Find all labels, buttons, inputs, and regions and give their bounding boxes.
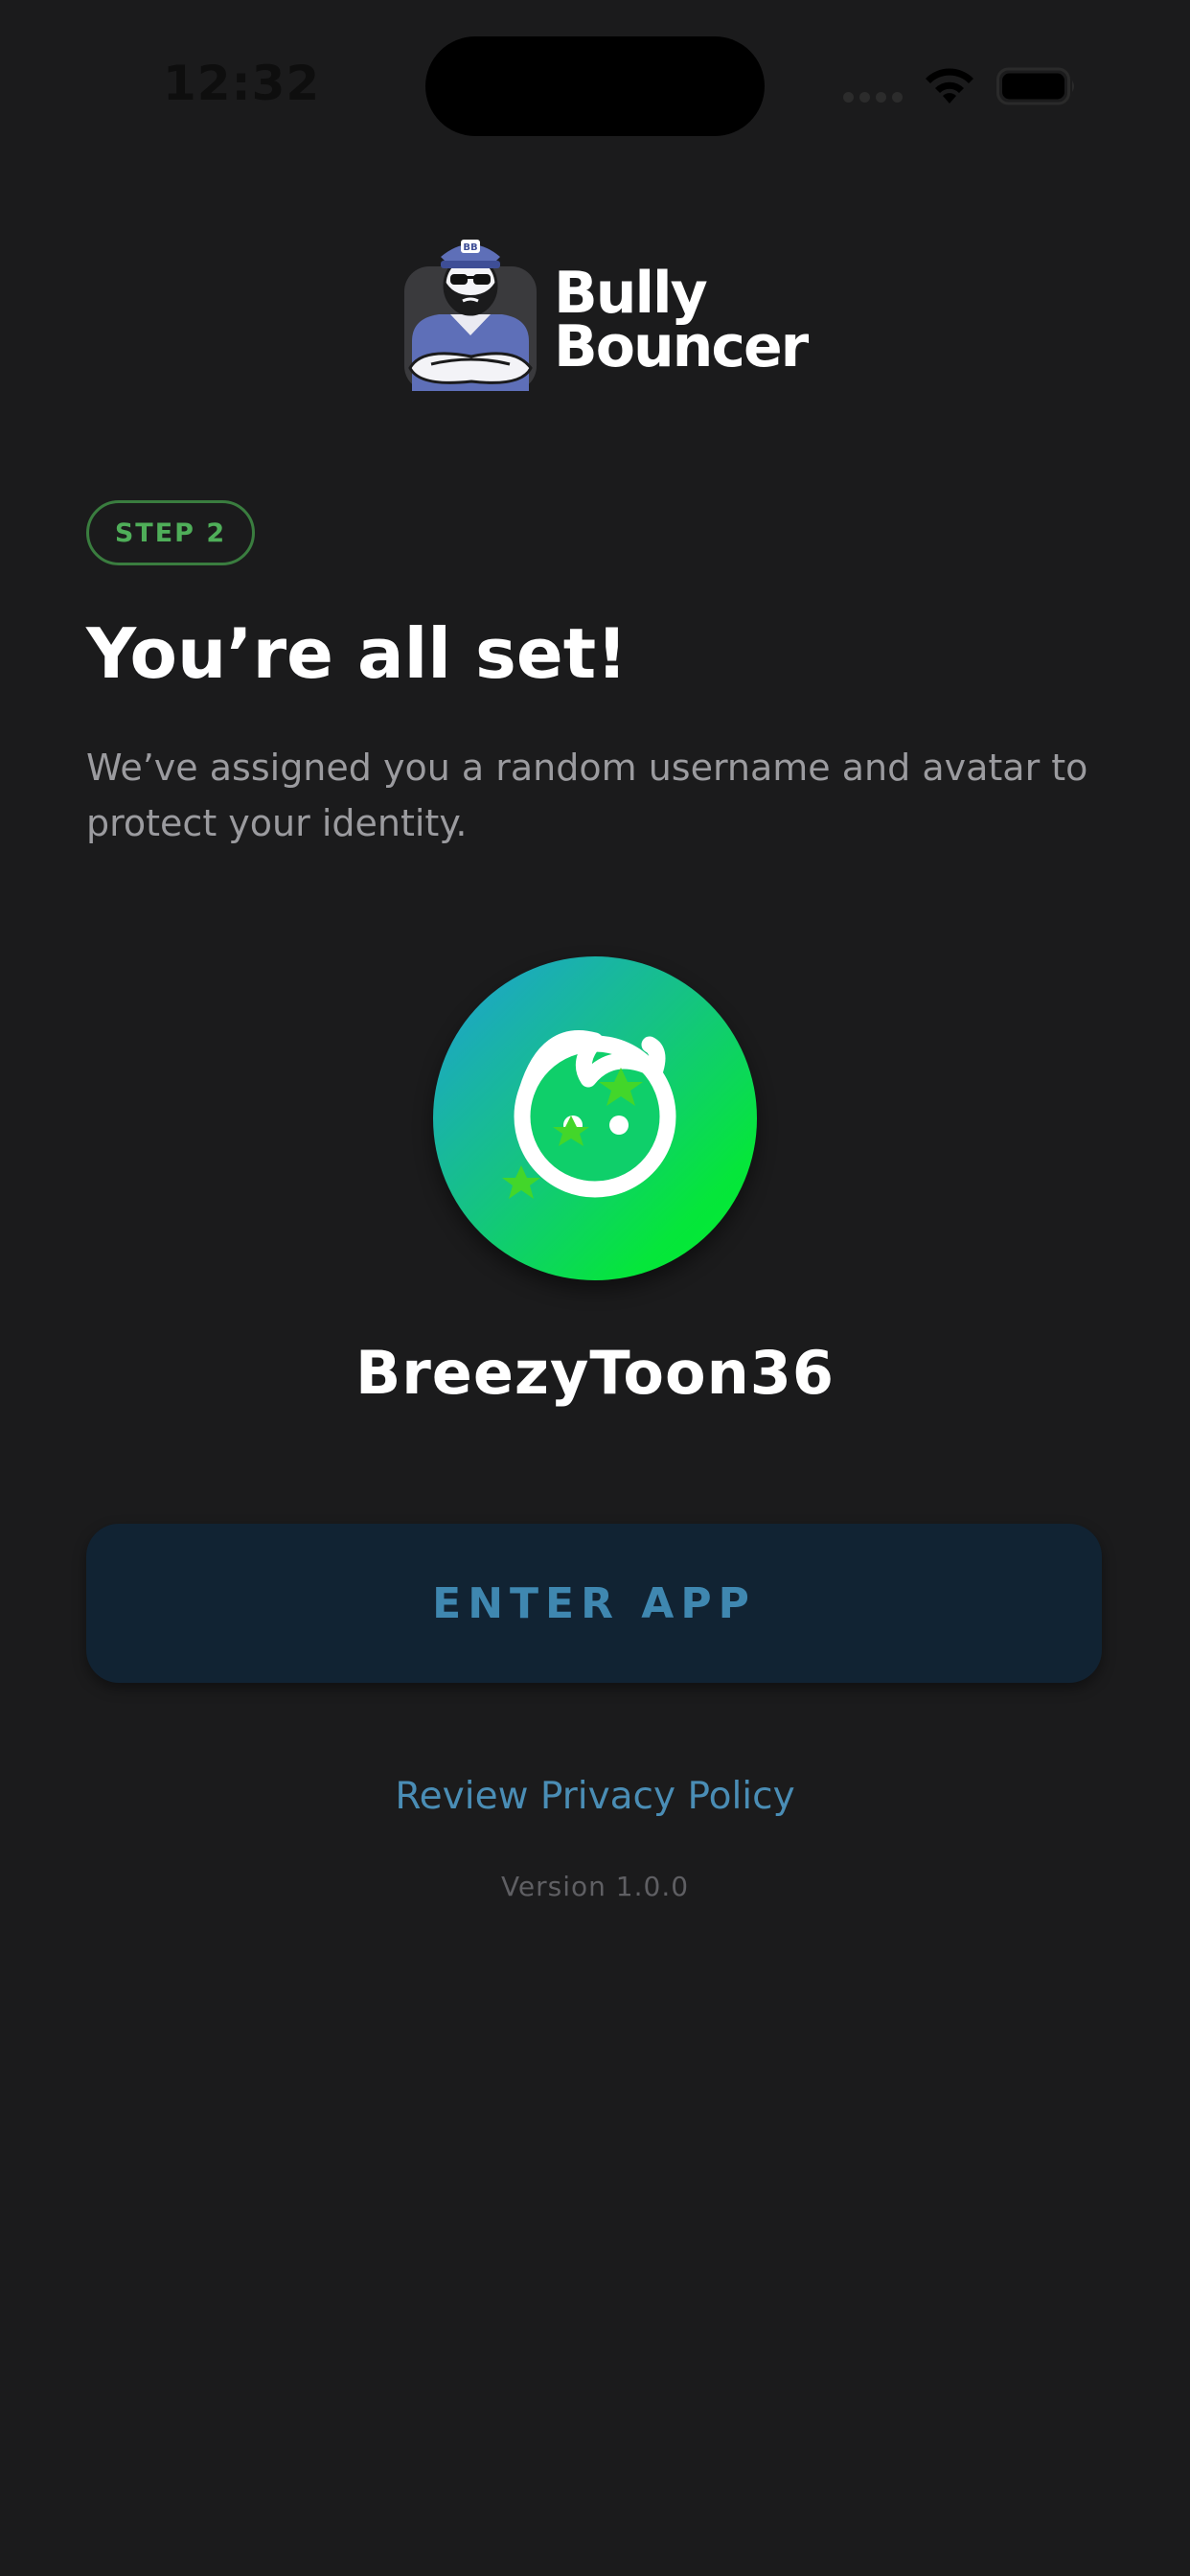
page-title: You’re all set! [86, 613, 628, 694]
review-privacy-policy-link[interactable]: Review Privacy Policy [0, 1775, 1190, 1818]
logo-badge-text: BB [463, 242, 477, 253]
status-time: 12:32 [163, 56, 321, 111]
step-badge: STEP 2 [86, 500, 255, 565]
app-logo: BB Bully Bouncer [402, 228, 809, 393]
enter-app-button[interactable]: ENTER APP [86, 1524, 1102, 1683]
logo-line-1: Bully [554, 260, 708, 327]
username: BreezyToon36 [355, 1338, 835, 1408]
page-subtitle: We’ve assigned you a random username and… [86, 747, 1088, 844]
signal-dots-icon [843, 92, 903, 103]
logo-wordmark: Bully Bouncer [554, 260, 809, 380]
battery-icon [996, 67, 1074, 105]
version-label: Version 1.0.0 [500, 1871, 690, 1902]
face-with-stars-icon [502, 1030, 676, 1199]
avatar [433, 956, 757, 1280]
bouncer-mascot-icon: BB [404, 240, 537, 391]
logo-line-2: Bouncer [554, 313, 809, 380]
status-bar: 12:32 [0, 0, 1190, 172]
wifi-icon [926, 68, 973, 104]
dynamic-island [425, 36, 765, 136]
